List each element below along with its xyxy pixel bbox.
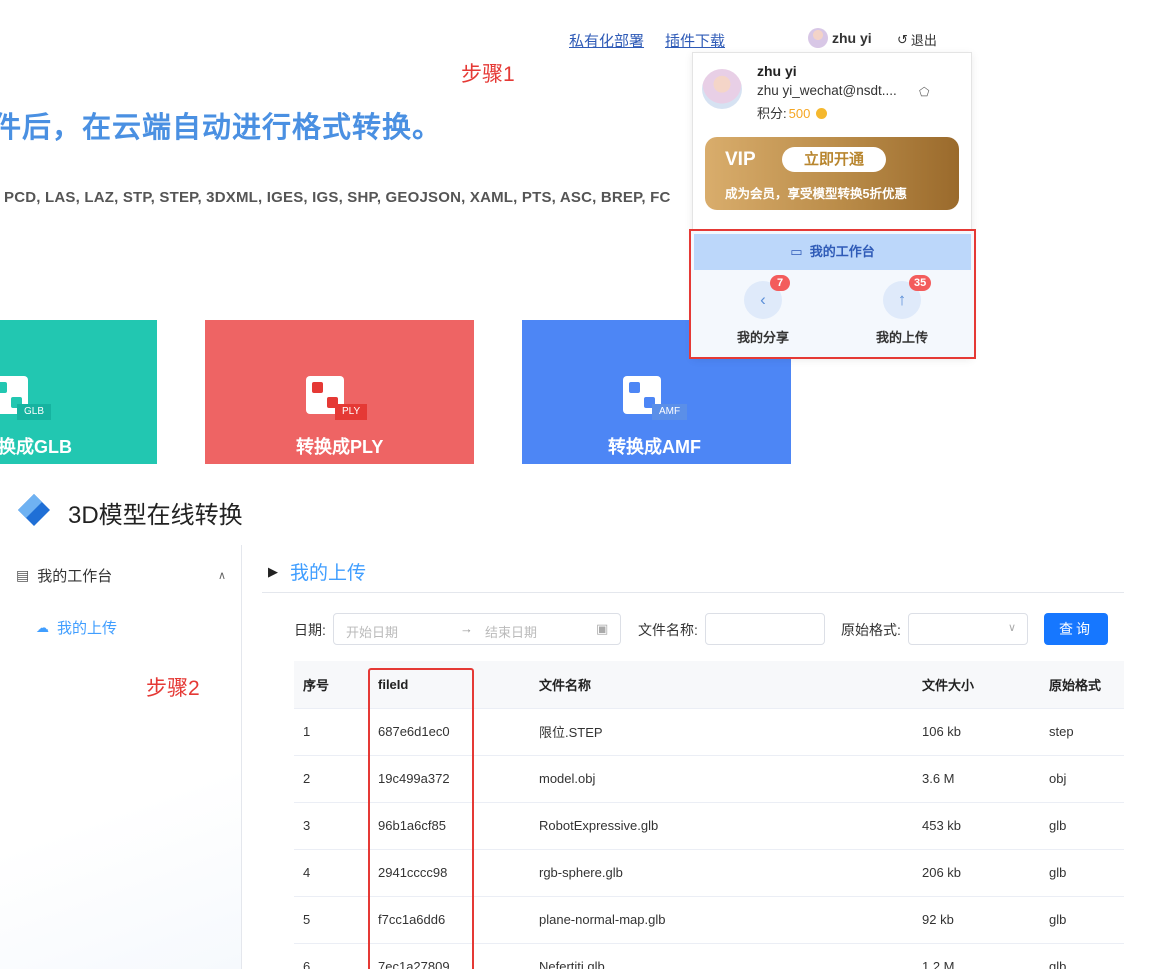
- chevron-up-icon: ∧: [217, 570, 226, 582]
- supported-formats: PCD, LAS, LAZ, STP, STEP, 3DXML, IGES, I…: [4, 189, 671, 206]
- card-caption: 转换成PLY: [296, 437, 384, 457]
- upload-count-badge: 35: [909, 275, 932, 291]
- workspace-panel: ▭ 我的工作台 ‹ 7 我的分享 ↑ 35 我的上传: [689, 229, 976, 359]
- popover-email: zhu yi_wechat@nsdt....: [757, 83, 897, 98]
- cell-filesize: 3.6 M: [913, 755, 1040, 803]
- vip-description: 成为会员，享受模型转换5折优惠: [725, 187, 907, 201]
- points-label: 积分:: [757, 106, 787, 121]
- start-date-input[interactable]: 开始日期: [346, 622, 398, 641]
- vip-open-button[interactable]: 立即开通: [782, 147, 886, 172]
- page-title: ▶ 我的上传: [268, 558, 366, 585]
- cell-format: step: [1040, 708, 1124, 756]
- step2-annotation: 步骤2: [146, 677, 200, 700]
- caret-right-icon: ▶: [268, 563, 278, 579]
- app-logo-icon: [18, 494, 50, 526]
- col-header-index: 序号: [294, 661, 369, 709]
- logout-button[interactable]: ↺ 退出: [897, 30, 937, 49]
- cell-index: 6: [294, 943, 369, 969]
- cell-filename: rgb-sphere.glb: [530, 849, 913, 897]
- workspace-title: 我的工作台: [809, 244, 875, 259]
- col-header-filesize: 文件大小: [913, 661, 1040, 709]
- format-label: 原始格式:: [841, 622, 901, 638]
- cell-index: 3: [294, 802, 369, 850]
- sidebar-item-label: 我的上传: [57, 620, 118, 637]
- upload-icon: ↑ 35: [883, 275, 932, 319]
- cell-format: obj: [1040, 755, 1124, 803]
- coin-icon: [816, 108, 828, 119]
- sidebar: ▤ 我的工作台 ∧ ☁ 我的上传: [0, 545, 242, 969]
- cell-filename: 限位.STEP: [530, 708, 913, 756]
- private-deploy-link[interactable]: 私有化部署: [569, 30, 644, 51]
- cell-filesize: 92 kb: [913, 896, 1040, 944]
- share-icon: ‹ 7: [744, 275, 790, 319]
- step1-annotation: 步骤1: [461, 63, 515, 86]
- cell-filename: model.obj: [530, 755, 913, 803]
- vip-title: VIP: [725, 149, 756, 170]
- cell-index: 5: [294, 896, 369, 944]
- my-uploads-button[interactable]: ↑ 35 我的上传: [862, 275, 942, 346]
- cell-filesize: 453 kb: [913, 802, 1040, 850]
- app-title: 3D模型在线转换: [68, 502, 243, 529]
- format-badge: GLB: [17, 404, 52, 420]
- avatar: [808, 28, 828, 48]
- file-name-input[interactable]: [705, 613, 825, 645]
- card-caption: 换成GLB: [0, 437, 72, 457]
- cell-filename: Nefertiti.glb: [530, 943, 913, 969]
- share-count-badge: 7: [770, 275, 790, 291]
- arrow-right-icon: →: [460, 621, 473, 636]
- cell-format: glb: [1040, 802, 1124, 850]
- format-badge: AMF: [652, 404, 688, 420]
- convert-glb-card[interactable]: GLB 换成GLB: [0, 320, 157, 464]
- logout-label: 退出: [910, 33, 937, 48]
- end-date-input[interactable]: 结束日期: [485, 622, 537, 641]
- cell-index: 2: [294, 755, 369, 803]
- my-shares-button[interactable]: ‹ 7 我的分享: [723, 275, 803, 346]
- col-header-filename: 文件名称: [530, 661, 913, 709]
- cell-filesize: 206 kb: [913, 849, 1040, 897]
- format-select[interactable]: ∨: [908, 613, 1028, 645]
- cell-format: glb: [1040, 849, 1124, 897]
- cell-filesize: 106 kb: [913, 708, 1040, 756]
- my-shares-label: 我的分享: [736, 330, 789, 345]
- cell-index: 1: [294, 708, 369, 756]
- cloud-upload-icon: ☁: [36, 619, 49, 635]
- points: 积分: 500: [757, 103, 828, 122]
- date-range-picker[interactable]: 开始日期 → 结束日期 ▣: [333, 613, 621, 645]
- card-caption: 转换成AMF: [608, 437, 701, 457]
- col-header-format: 原始格式: [1040, 661, 1124, 709]
- popover-user-name: zhu yi: [757, 63, 797, 79]
- logout-icon: ↺: [897, 31, 908, 47]
- cell-format: glb: [1040, 896, 1124, 944]
- calendar-icon: ▣: [596, 621, 609, 636]
- cell-filename: RobotExpressive.glb: [530, 802, 913, 850]
- cell-format: glb: [1040, 943, 1124, 969]
- workspace-button[interactable]: ▭ 我的工作台: [694, 234, 971, 270]
- inbox-icon: ▤: [16, 567, 30, 583]
- page-title-text: 我的上传: [290, 563, 367, 584]
- user-name: zhu yi: [832, 30, 872, 46]
- file-name-label: 文件名称:: [638, 622, 698, 638]
- query-button[interactable]: 查询: [1044, 613, 1108, 645]
- hero-title: 件后，在云端自动进行格式转换。: [0, 112, 443, 144]
- cell-index: 4: [294, 849, 369, 897]
- avatar: [702, 69, 742, 109]
- cell-filename: plane-normal-map.glb: [530, 896, 913, 944]
- sidebar-item-my-uploads[interactable]: ☁ 我的上传: [36, 617, 117, 638]
- user-menu[interactable]: zhu yi: [808, 28, 872, 48]
- date-label: 日期:: [294, 622, 326, 638]
- sidebar-group-workspace[interactable]: ▤ 我的工作台 ∧: [16, 565, 226, 586]
- card-icon: ▭: [790, 244, 803, 259]
- vip-banner: VIP 立即开通 成为会员，享受模型转换5折优惠: [705, 137, 959, 210]
- convert-ply-card[interactable]: PLY 转换成PLY: [205, 320, 474, 464]
- my-uploads-label: 我的上传: [875, 330, 928, 345]
- cell-filesize: 1.2 M: [913, 943, 1040, 969]
- fileid-highlight-box: [368, 668, 474, 969]
- sidebar-group-label: 我的工作台: [37, 568, 113, 585]
- format-badge: PLY: [335, 404, 368, 420]
- chevron-down-icon: ∨: [1007, 622, 1016, 634]
- points-value: 500: [788, 106, 811, 121]
- tag-icon[interactable]: ⬠: [919, 85, 929, 99]
- plugin-download-link[interactable]: 插件下载: [665, 30, 725, 51]
- divider: [262, 592, 1124, 593]
